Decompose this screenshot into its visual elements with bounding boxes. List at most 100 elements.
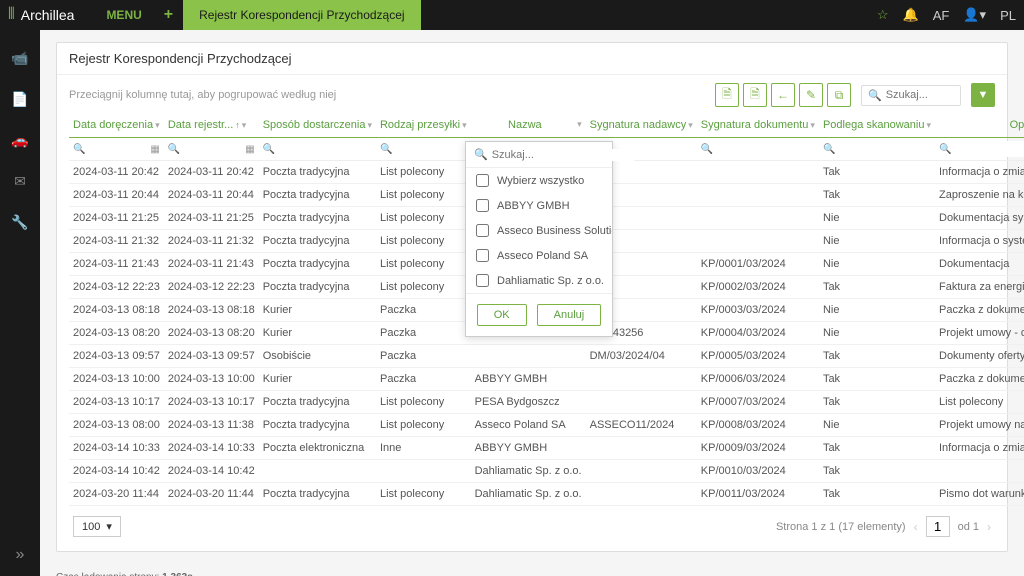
- cell: Nie: [819, 207, 935, 230]
- filter-option[interactable]: Asseco Poland SA: [466, 243, 612, 268]
- option-label: Asseco Business Solutions Sp ...: [497, 225, 612, 237]
- cell: 2024-03-13 09:57: [69, 345, 164, 368]
- global-search-input[interactable]: [886, 89, 956, 101]
- next-page[interactable]: ›: [987, 520, 991, 534]
- cell: Tak: [819, 437, 935, 460]
- filter-doc-sig[interactable]: [717, 141, 815, 157]
- table-row[interactable]: 2024-03-20 11:442024-03-20 11:44Poczta t…: [69, 483, 1024, 506]
- wrench-icon[interactable]: 🔧: [11, 214, 28, 231]
- checkbox[interactable]: [476, 274, 489, 287]
- toolbar: Przeciągnij kolumnę tutaj, aby pogrupowa…: [69, 83, 995, 107]
- checkbox[interactable]: [476, 249, 489, 262]
- cell: Paczka z dokumentami: [935, 299, 1024, 322]
- car-icon[interactable]: 🚗: [11, 132, 28, 149]
- table-row[interactable]: 2024-03-13 08:002024-03-13 11:38Poczta t…: [69, 414, 1024, 437]
- mail-icon[interactable]: ✉: [14, 173, 26, 190]
- cell: Tak: [819, 391, 935, 414]
- cell: 2024-03-11 21:32: [164, 230, 259, 253]
- checkbox[interactable]: [476, 224, 489, 237]
- col-type[interactable]: Rodzaj przesyłki▾: [376, 113, 471, 138]
- filter-scan[interactable]: [839, 141, 931, 157]
- table-row[interactable]: 2024-03-14 10:422024-03-14 10:42Dahliama…: [69, 460, 1024, 483]
- cancel-button[interactable]: Anuluj: [537, 304, 602, 326]
- expand-icon[interactable]: »: [16, 546, 25, 564]
- cell: Kurier: [259, 368, 376, 391]
- filter-icon[interactable]: ▾: [926, 120, 931, 130]
- checkbox[interactable]: [476, 199, 489, 212]
- filter-option[interactable]: Dahliamatic Sp. z o.o.: [466, 268, 612, 293]
- cell: Informacja o zmianie cen: [935, 437, 1024, 460]
- filter-icon[interactable]: ▾: [688, 120, 693, 130]
- filter-icon[interactable]: ▾: [577, 119, 582, 130]
- page-input[interactable]: [926, 516, 950, 537]
- cell: Paczka: [376, 368, 471, 391]
- table-row[interactable]: 2024-03-13 09:572024-03-13 09:57Osobiści…: [69, 345, 1024, 368]
- page-size-select[interactable]: 100▾: [73, 516, 121, 537]
- col-doc-sig[interactable]: Sygnatura dokumentu▾: [697, 113, 819, 138]
- cell: KP/0010/03/2024: [697, 460, 819, 483]
- cell: Paczka: [376, 345, 471, 368]
- edit-button[interactable]: ✎: [799, 83, 823, 107]
- select-all-option[interactable]: Wybierz wszystko: [466, 168, 612, 193]
- cell: Poczta tradycyjna: [259, 207, 376, 230]
- cell: [259, 460, 376, 483]
- filter-type[interactable]: [396, 141, 466, 157]
- star-icon[interactable]: ☆: [877, 7, 889, 23]
- cell: 2024-03-13 08:00: [69, 414, 164, 437]
- cell: 2024-03-11 20:42: [164, 161, 259, 184]
- cell: Nie: [819, 253, 935, 276]
- filter-icon[interactable]: ▾: [810, 120, 815, 130]
- bell-icon[interactable]: 🔔: [903, 7, 919, 23]
- dropdown-search-input[interactable]: [492, 149, 634, 161]
- cell: 2024-03-12 22:23: [164, 276, 259, 299]
- cell: 2024-03-14 10:33: [164, 437, 259, 460]
- filter-option[interactable]: ABBYY GMBH: [466, 193, 612, 218]
- col-register-date[interactable]: Data rejestr...↑▾: [164, 113, 259, 138]
- filter-delivery-date[interactable]: [89, 141, 146, 157]
- global-search[interactable]: 🔍: [861, 85, 961, 106]
- filter-register-date[interactable]: [184, 141, 241, 157]
- table-row[interactable]: 2024-03-14 10:332024-03-14 10:33Poczta e…: [69, 437, 1024, 460]
- cell: Projekt umowy na wdrożenie sys: [935, 414, 1024, 437]
- cell: 2024-03-11 21:25: [164, 207, 259, 230]
- export-pdf-button[interactable]: 🗎: [743, 83, 767, 107]
- filter-desc[interactable]: [955, 141, 1024, 157]
- cell: Poczta elektroniczna: [259, 437, 376, 460]
- col-method[interactable]: Sposób dostarczenia▾: [259, 113, 376, 138]
- col-desc[interactable]: Opis: [935, 113, 1024, 138]
- filter-toggle[interactable]: ▼: [971, 83, 995, 107]
- export-xls-button[interactable]: 🗎: [715, 83, 739, 107]
- col-delivery-date[interactable]: Data doręczenia▾: [69, 113, 164, 138]
- filter-method[interactable]: [279, 141, 372, 157]
- table-row[interactable]: 2024-03-13 10:002024-03-13 10:00KurierPa…: [69, 368, 1024, 391]
- calendar-icon[interactable]: ▦: [245, 144, 254, 155]
- filter-option[interactable]: Asseco Business Solutions Sp ...: [466, 218, 612, 243]
- lang-switch[interactable]: PL: [1000, 8, 1016, 23]
- calendar-icon[interactable]: ▦: [150, 144, 159, 155]
- add-button[interactable]: +: [154, 6, 183, 24]
- table-row[interactable]: 2024-03-13 10:172024-03-13 10:17Poczta t…: [69, 391, 1024, 414]
- back-button[interactable]: ←: [771, 83, 795, 107]
- filter-icon[interactable]: ▾: [462, 120, 467, 130]
- filter-icon[interactable]: ▾: [367, 120, 372, 130]
- col-name[interactable]: Nazwa▾: [471, 113, 586, 138]
- cell: Dokumentacja: [935, 253, 1024, 276]
- cell: [697, 184, 819, 207]
- col-scan[interactable]: Podlega skanowaniu▾: [819, 113, 935, 138]
- document-icon[interactable]: 📄: [11, 91, 28, 108]
- user-badge[interactable]: AF: [933, 8, 950, 23]
- menu-button[interactable]: MENU: [94, 8, 153, 22]
- user-icon[interactable]: 👤▾: [963, 7, 986, 23]
- filter-icon[interactable]: ▾: [155, 120, 160, 130]
- prev-page[interactable]: ‹: [914, 520, 918, 534]
- checkbox[interactable]: [476, 174, 489, 187]
- tab-active[interactable]: Rejestr Korespondencji Przychodzącej: [183, 0, 420, 30]
- cell: [376, 460, 471, 483]
- copy-button[interactable]: ⧉: [827, 83, 851, 107]
- cell: Kurier: [259, 322, 376, 345]
- cell: Tak: [819, 161, 935, 184]
- video-icon[interactable]: 📹: [11, 50, 28, 67]
- filter-icon[interactable]: ▾: [242, 120, 247, 130]
- ok-button[interactable]: OK: [477, 304, 527, 326]
- col-sender-sig[interactable]: Sygnatura nadawcy▾: [586, 113, 697, 138]
